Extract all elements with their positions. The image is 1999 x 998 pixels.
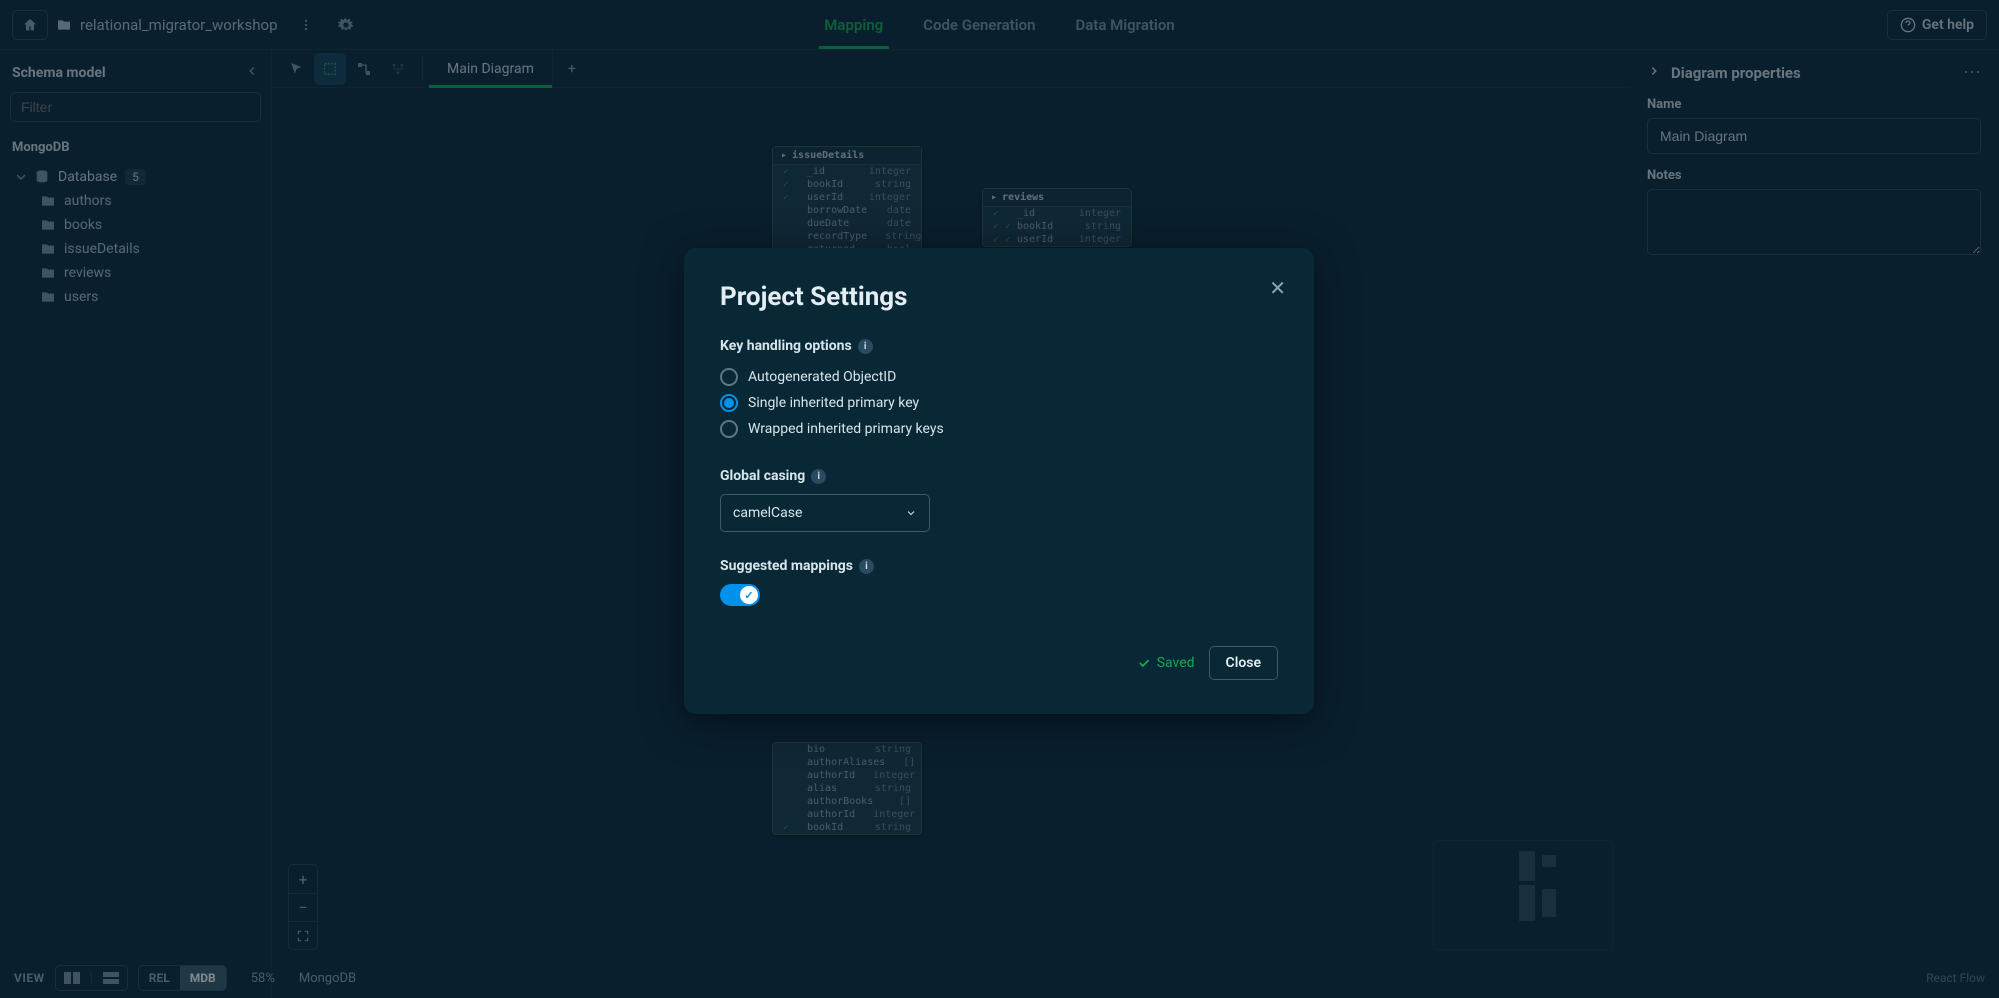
modal-title: Project Settings xyxy=(720,282,1278,312)
global-casing-select[interactable]: camelCase xyxy=(720,494,930,532)
radio-wrapped-inherited-pk[interactable]: Wrapped inherited primary keys xyxy=(720,416,1278,442)
radio-autogen-objectid[interactable]: Autogenerated ObjectID xyxy=(720,364,1278,390)
project-settings-modal: Project Settings ✕ Key handling options … xyxy=(684,248,1314,714)
global-casing-label: Global casing i xyxy=(720,468,1278,484)
close-button[interactable]: Close xyxy=(1209,646,1278,680)
radio-label: Wrapped inherited primary keys xyxy=(748,421,944,437)
select-value: camelCase xyxy=(733,505,802,521)
saved-indicator: Saved xyxy=(1137,655,1195,671)
info-icon[interactable]: i xyxy=(811,469,826,484)
suggested-mappings-label: Suggested mappings i xyxy=(720,558,1278,574)
close-icon[interactable]: ✕ xyxy=(1269,276,1286,300)
suggested-mappings-toggle[interactable] xyxy=(720,584,760,606)
info-icon[interactable]: i xyxy=(859,559,874,574)
key-handling-label: Key handling options i xyxy=(720,338,1278,354)
radio-single-inherited-pk[interactable]: Single inherited primary key xyxy=(720,390,1278,416)
radio-label: Autogenerated ObjectID xyxy=(748,369,896,385)
radio-label: Single inherited primary key xyxy=(748,395,919,411)
info-icon[interactable]: i xyxy=(858,339,873,354)
